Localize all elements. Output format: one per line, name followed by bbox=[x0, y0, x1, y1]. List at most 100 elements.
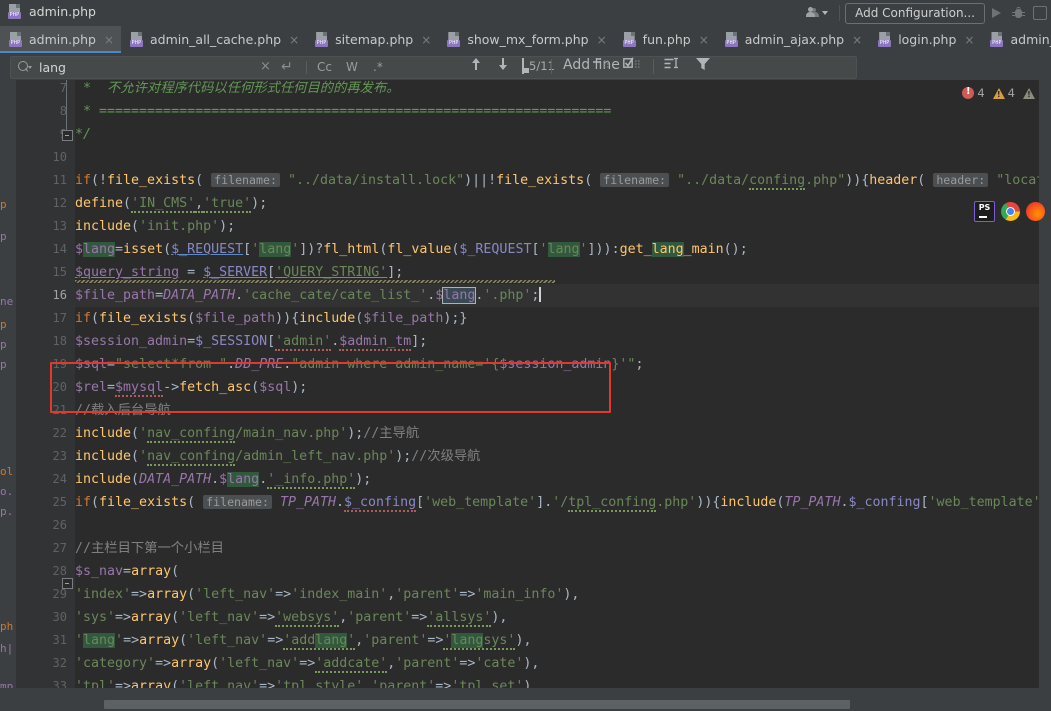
close-tab-icon[interactable]: × bbox=[964, 33, 974, 47]
close-tab-icon[interactable]: × bbox=[852, 33, 862, 47]
popup-text-fragment: h| bbox=[0, 642, 14, 655]
code-line[interactable]: $file_path=DATA_PATH.'cache_cate/cate_li… bbox=[75, 284, 541, 307]
scrollbar-thumb[interactable] bbox=[104, 700, 850, 709]
code-line[interactable]: $session_admin=$_SESSION['admin'.$admin_… bbox=[75, 330, 427, 353]
select-all-icon bbox=[522, 58, 524, 74]
line-number: 16 bbox=[52, 288, 67, 302]
line-number: 23 bbox=[52, 449, 67, 463]
line-number: 32 bbox=[52, 656, 67, 670]
code-line[interactable]: if(file_exists($file_path)){include($fil… bbox=[75, 307, 467, 330]
horizontal-scrollbar[interactable] bbox=[0, 699, 1051, 711]
search-input-value: lang bbox=[39, 60, 66, 75]
chevron-down-icon bbox=[822, 11, 829, 15]
line-number: 11 bbox=[52, 173, 67, 187]
code-line[interactable]: 'sys'=>array('left_nav'=>'websys','paren… bbox=[75, 606, 507, 629]
tab-label: admin.php bbox=[29, 32, 96, 47]
close-tab-icon[interactable]: × bbox=[104, 33, 114, 47]
line-number: 27 bbox=[52, 541, 67, 555]
firefox-icon[interactable] bbox=[1026, 202, 1045, 221]
code-line[interactable]: include('nav_confing/main_nav.php');//主导… bbox=[75, 422, 419, 445]
editor-tab-show_mx_form-php[interactable]: PHP show_mx_form.php × bbox=[438, 26, 613, 53]
search-input[interactable]: lang × ↵ Cc W .* bbox=[10, 56, 857, 79]
php-file-icon: PHP bbox=[130, 32, 145, 47]
toggle-selection-button[interactable] bbox=[623, 57, 641, 75]
line-number: 19 bbox=[52, 357, 67, 371]
tab-label: admin_all_cache.php bbox=[150, 32, 282, 47]
whole-words-toggle[interactable]: W bbox=[346, 60, 358, 74]
editor-tab-admin_all_cache-php[interactable]: PHP admin_all_cache.php × bbox=[121, 26, 306, 53]
run-icon bbox=[991, 8, 1001, 18]
filter-button[interactable] bbox=[695, 57, 711, 74]
tab-label: admin_admin.php bbox=[1010, 32, 1051, 47]
close-tab-icon[interactable]: × bbox=[289, 33, 299, 47]
editor-tab-admin_admin-php[interactable]: PHP admin_admin.php bbox=[981, 26, 1051, 53]
code-line[interactable]: include('nav_confing/admin_left_nav.php'… bbox=[75, 445, 480, 468]
popup-text-fragment: ph bbox=[0, 620, 14, 633]
php-file-icon: PHP bbox=[724, 32, 740, 47]
code-line[interactable]: if(!file_exists( filename: "../data/inst… bbox=[75, 169, 1051, 192]
code-line[interactable]: $rel=$mysql->fetch_asc($sql); bbox=[75, 376, 307, 399]
editor-tab-admin_ajax-php[interactable]: PHP admin_ajax.php × bbox=[716, 26, 869, 53]
code-line[interactable]: */ bbox=[75, 123, 91, 146]
code-line[interactable]: //载入后台导航 bbox=[75, 399, 171, 422]
code-line[interactable]: include(DATA_PATH.$lang.'_info.php'); bbox=[75, 468, 371, 491]
error-stripe-gutter[interactable] bbox=[1039, 80, 1051, 688]
code-line[interactable]: * ======================================… bbox=[75, 100, 611, 123]
clear-search-icon[interactable]: × bbox=[260, 59, 271, 74]
phpstorm-preview-icon[interactable]: PS bbox=[974, 201, 995, 222]
tab-label: show_mx_form.php bbox=[467, 32, 589, 47]
code-line[interactable]: * 不允许对程序代码以任何形式任何目的的再发布。 bbox=[75, 80, 400, 100]
close-tab-icon[interactable]: × bbox=[699, 33, 709, 47]
line-number: 12 bbox=[52, 196, 67, 210]
editor-tab-sitemap-php[interactable]: PHP sitemap.php × bbox=[306, 26, 438, 53]
code-content[interactable]: * 不允许对程序代码以任何形式任何目的的再发布。 * =============… bbox=[75, 80, 1051, 688]
tab-label: admin_ajax.php bbox=[744, 32, 845, 47]
debug-button[interactable] bbox=[1007, 2, 1029, 24]
list-options-icon bbox=[664, 57, 678, 69]
user-account-button[interactable] bbox=[800, 4, 834, 22]
line-number: 24 bbox=[52, 472, 67, 486]
remove-line-button[interactable] bbox=[593, 57, 611, 75]
editor-tab-login-php[interactable]: PHP login.php × bbox=[869, 26, 981, 53]
code-line[interactable]: $sql="select*from ".DB_PRE."admin where … bbox=[75, 353, 643, 376]
line-number: 22 bbox=[52, 426, 67, 440]
run-button[interactable] bbox=[985, 2, 1007, 24]
php-file-icon: PHP bbox=[878, 32, 893, 47]
code-line[interactable]: 'tpl'=>array('left_nav'=>'tpl_style','pa… bbox=[75, 675, 539, 688]
line-number: 33 bbox=[52, 679, 67, 688]
run-configuration-selector[interactable]: Add Configuration... bbox=[845, 2, 985, 24]
code-line[interactable]: $lang=isset($_REQUEST['lang'])?fl_html(f… bbox=[75, 238, 748, 261]
code-line[interactable]: 'lang'=>array('left_nav'=>'addlang','par… bbox=[75, 629, 531, 652]
regex-toggle[interactable]: .* bbox=[373, 60, 383, 74]
add-line-button[interactable]: Add line bbox=[563, 57, 620, 73]
code-line[interactable]: include('init.php'); bbox=[75, 215, 235, 238]
stop-button[interactable] bbox=[1029, 2, 1051, 24]
code-line[interactable]: define('IN_CMS','true'); bbox=[75, 192, 267, 215]
search-options-button[interactable] bbox=[664, 57, 680, 74]
code-fold-toggle[interactable] bbox=[62, 130, 73, 141]
inspection-summary[interactable]: 4 4 bbox=[962, 86, 1035, 100]
chrome-icon[interactable] bbox=[1001, 202, 1020, 221]
editor-tab-fun-php[interactable]: PHP fun.php × bbox=[614, 26, 716, 53]
code-line[interactable]: 'category'=>array('left_nav'=>'addcate',… bbox=[75, 652, 539, 675]
close-tab-icon[interactable]: × bbox=[421, 33, 431, 47]
popup-text-fragment: p bbox=[0, 230, 7, 243]
popup-text-fragment: p bbox=[0, 338, 7, 351]
code-editor[interactable]: ppnepppolo.p.phh|mp 78910111213141516171… bbox=[0, 80, 1051, 688]
code-line[interactable]: //主栏目下第一个小栏目 bbox=[75, 537, 224, 560]
code-line[interactable]: if(file_exists( filename: TP_PATH.$_conf… bbox=[75, 491, 1051, 514]
browser-preview-bar[interactable]: PS bbox=[974, 201, 1045, 222]
line-number: 17 bbox=[52, 311, 67, 325]
close-tab-icon[interactable]: × bbox=[597, 33, 607, 47]
remove-line-icon bbox=[593, 58, 609, 68]
code-line[interactable]: $s_nav=array( bbox=[75, 560, 179, 583]
newline-search-icon[interactable]: ↵ bbox=[281, 59, 293, 75]
code-fold-toggle[interactable] bbox=[62, 578, 73, 589]
match-case-toggle[interactable]: Cc bbox=[317, 60, 332, 74]
select-all-occurrences-button[interactable] bbox=[522, 58, 524, 74]
code-line[interactable]: 'index'=>array('left_nav'=>'index_main',… bbox=[75, 583, 579, 606]
php-file-icon: PHP bbox=[8, 4, 23, 19]
line-number-gutter[interactable]: 7891011121314151617181920212223242526272… bbox=[16, 80, 75, 688]
fold-region-line bbox=[66, 80, 67, 130]
editor-tab-admin-php[interactable]: PHP admin.php × bbox=[0, 26, 121, 53]
